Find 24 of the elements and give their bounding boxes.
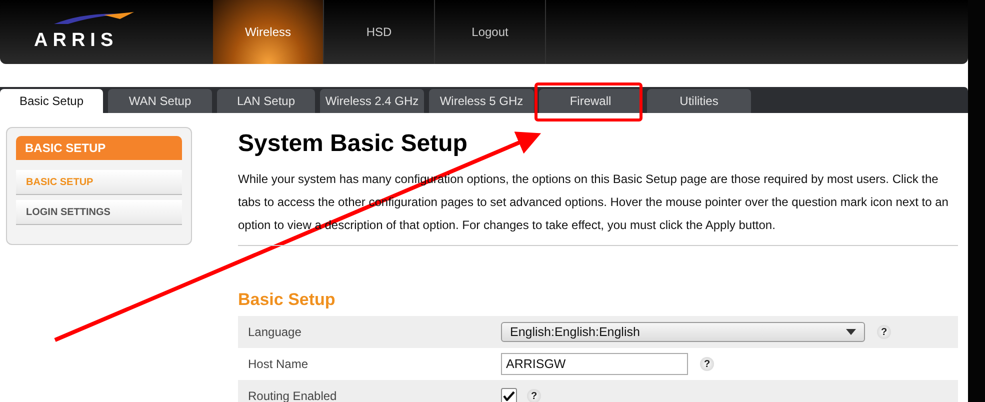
- tab[interactable]: WAN Setup: [108, 89, 212, 113]
- help-icon[interactable]: ?: [700, 357, 714, 371]
- field-label: Language: [247, 325, 302, 339]
- field-label: Host Name: [247, 357, 310, 371]
- tab[interactable]: Firewall: [539, 89, 642, 113]
- page-title: System Basic Setup: [238, 130, 468, 158]
- checkbox[interactable]: [501, 388, 517, 402]
- nav-tab[interactable]: HSD: [324, 0, 435, 64]
- sidebar-title: BASIC SETUP: [16, 136, 182, 160]
- caret-icon: [846, 329, 856, 335]
- tab[interactable]: Basic Setup: [0, 89, 103, 113]
- host-name-field[interactable]: ARRISGW: [501, 353, 688, 375]
- tab[interactable]: Wireless 5 GHz: [429, 89, 534, 113]
- help-icon[interactable]: ?: [877, 325, 891, 339]
- section-title: Basic Setup: [238, 290, 336, 310]
- sidebar-item[interactable]: LOGIN SETTINGS: [16, 200, 182, 225]
- tab[interactable]: LAN Setup: [217, 89, 315, 113]
- help-icon[interactable]: ?: [527, 389, 541, 402]
- language-select[interactable]: English:English:English: [501, 322, 865, 342]
- nav-tab[interactable]: Logout: [435, 0, 546, 64]
- nav-tab[interactable]: Wireless: [213, 0, 324, 64]
- tab[interactable]: Utilities: [647, 89, 751, 113]
- logo-text: ARRIS: [34, 30, 120, 52]
- tab[interactable]: Wireless 2.4 GHz: [320, 89, 424, 113]
